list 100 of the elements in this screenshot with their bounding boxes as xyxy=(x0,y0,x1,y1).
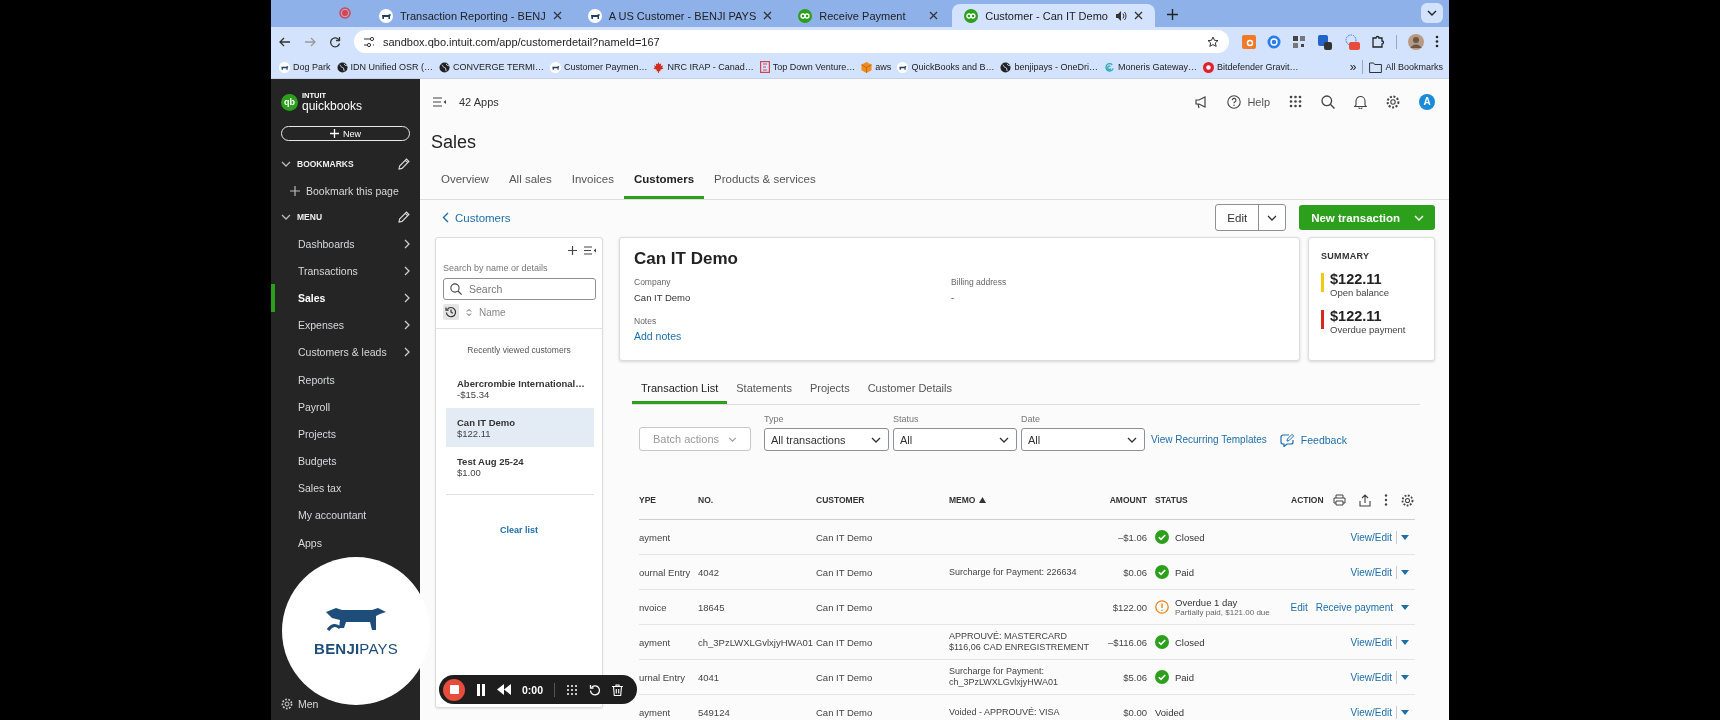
nav-item[interactable]: Reports xyxy=(271,365,420,394)
profile-avatar-icon[interactable] xyxy=(1408,33,1424,50)
customer-item[interactable]: Can IT Demo $122.11 xyxy=(446,408,594,447)
speaker-icon[interactable] xyxy=(1114,9,1127,22)
page-tab[interactable]: Invoices xyxy=(561,173,624,199)
pause-icon[interactable] xyxy=(476,683,486,696)
recurring-templates-link[interactable]: View Recurring Templates xyxy=(1151,434,1267,445)
close-icon[interactable] xyxy=(552,11,562,20)
pencil-icon[interactable] xyxy=(398,211,410,223)
caret-down-icon[interactable] xyxy=(1401,674,1409,680)
menu-settings[interactable]: Men xyxy=(281,698,319,710)
action-link[interactable]: View/Edit xyxy=(1350,671,1392,683)
caret-down-icon[interactable] xyxy=(1401,639,1409,645)
bookmark[interactable]: NRC IRAP - Canad… xyxy=(653,61,754,73)
detail-tab[interactable]: Transaction List xyxy=(632,374,728,404)
close-icon[interactable] xyxy=(763,11,773,20)
nav-item[interactable]: Customers & leads xyxy=(271,338,420,366)
close-icon[interactable] xyxy=(1133,11,1143,20)
grid-icon[interactable] xyxy=(566,683,578,696)
action-link[interactable]: Receive payment xyxy=(1315,601,1393,613)
settings-icon[interactable] xyxy=(1386,94,1400,109)
nav-item[interactable]: Bookmark this page xyxy=(271,177,420,204)
user-avatar[interactable]: A xyxy=(1419,93,1435,110)
bookmark[interactable]: IDN Unified OSR (… xyxy=(336,61,434,73)
detail-tab[interactable]: Projects xyxy=(800,374,859,404)
caret-down-icon[interactable] xyxy=(1401,604,1409,610)
extension-icon[interactable] xyxy=(1317,33,1333,50)
browser-tab[interactable]: Customer - Can IT Demo xyxy=(952,4,1155,27)
search-icon[interactable] xyxy=(1321,94,1335,109)
menu-collapse-icon[interactable] xyxy=(433,96,446,107)
nav-item[interactable]: Apps xyxy=(271,529,420,557)
trash-icon[interactable] xyxy=(612,683,623,696)
list-menu-icon[interactable] xyxy=(584,246,596,255)
column-header[interactable]: YPE xyxy=(639,495,656,505)
action-link[interactable]: Edit xyxy=(1290,601,1308,613)
bookmark[interactable]: Customer Paymen… xyxy=(549,61,648,73)
help-button[interactable]: Help xyxy=(1227,94,1270,109)
megaphone-icon[interactable] xyxy=(1194,94,1209,109)
column-header[interactable]: STATUS xyxy=(1155,495,1188,505)
page-tab[interactable]: All sales xyxy=(498,173,562,199)
new-tab-icon[interactable] xyxy=(1166,9,1178,20)
history-button[interactable] xyxy=(443,304,459,320)
address-bar[interactable]: sandbox.qbo.intuit.com/app/customerdetail?nameId=167 xyxy=(354,30,1229,53)
rewind-icon[interactable] xyxy=(497,684,511,695)
filter-dropdown[interactable]: All transactions xyxy=(764,428,889,451)
chevron-icon[interactable] xyxy=(281,161,291,167)
column-header[interactable]: AMOUNT xyxy=(1109,495,1147,505)
pencil-icon[interactable] xyxy=(398,158,410,170)
print-icon[interactable] xyxy=(1332,494,1346,506)
browser-tab[interactable]: A US Customer - BENJI PAYS xyxy=(575,4,785,27)
nav-item[interactable]: Transactions xyxy=(271,257,420,285)
apps-grid-icon[interactable] xyxy=(1289,95,1302,108)
nav-item[interactable]: Sales tax xyxy=(271,474,420,502)
reload-icon[interactable] xyxy=(329,35,341,48)
chevron-icon[interactable] xyxy=(281,214,291,220)
caret-down-icon[interactable] xyxy=(1401,709,1409,715)
back-icon[interactable] xyxy=(279,35,291,48)
filter-dropdown[interactable]: All xyxy=(893,428,1017,451)
bell-icon[interactable] xyxy=(1354,94,1367,109)
tab-search-button[interactable] xyxy=(1421,3,1443,23)
more-icon[interactable] xyxy=(1435,35,1439,48)
bookmark[interactable]: Bitdefender Gravit… xyxy=(1203,61,1299,73)
export-icon[interactable] xyxy=(1358,493,1371,507)
search-field[interactable]: Search xyxy=(443,278,596,300)
page-tab[interactable]: Overview xyxy=(431,173,499,199)
action-link[interactable]: View/Edit xyxy=(1350,706,1392,718)
nav-item[interactable]: Expenses xyxy=(271,311,420,339)
detail-tab[interactable]: Customer Details xyxy=(858,374,961,404)
action-link[interactable]: View/Edit xyxy=(1350,531,1392,543)
puzzle-icon[interactable] xyxy=(1371,34,1385,49)
page-tab[interactable]: Products & services xyxy=(704,173,826,199)
stop-button[interactable] xyxy=(443,678,465,701)
extension-icon[interactable] xyxy=(1292,34,1306,49)
sort-label[interactable]: Name xyxy=(479,306,506,318)
star-icon[interactable] xyxy=(1207,35,1219,48)
action-link[interactable]: View/Edit xyxy=(1350,636,1392,648)
customer-item[interactable]: Test Aug 25-24 $1.00 xyxy=(446,447,594,486)
all-bookmarks[interactable]: All Bookmarks xyxy=(1369,61,1443,73)
column-header[interactable]: NO. xyxy=(698,495,714,505)
nav-item[interactable]: Payroll xyxy=(271,393,420,421)
back-link[interactable]: Customers xyxy=(442,211,511,224)
page-tab[interactable]: Customers xyxy=(623,173,705,199)
bookmark[interactable]: Dog Park xyxy=(279,61,331,73)
detail-tab[interactable]: Statements xyxy=(727,374,801,404)
action-link[interactable]: View/Edit xyxy=(1350,566,1392,578)
browser-tab[interactable]: Transaction Reporting - BENJ xyxy=(367,4,574,27)
column-header[interactable]: MEMO xyxy=(949,495,987,505)
plus-icon[interactable] xyxy=(568,246,577,255)
bookmark[interactable]: QuickBooks and B… xyxy=(897,61,995,73)
caret-down-icon[interactable] xyxy=(1401,534,1409,540)
bookmark[interactable]: benjipays - OneDri… xyxy=(1000,61,1098,73)
bookmark[interactable]: aws xyxy=(861,61,892,73)
bookmark[interactable]: Moneris Gateway… xyxy=(1103,61,1197,73)
column-header[interactable]: ACTION xyxy=(1291,495,1324,505)
bookmark[interactable]: Top Down Venture… xyxy=(759,61,856,73)
feedback-link[interactable]: Feedback xyxy=(1279,433,1347,447)
browser-tab[interactable]: Receive Payment xyxy=(786,4,951,27)
add-notes-link[interactable]: Add notes xyxy=(634,330,682,342)
nav-item[interactable]: Dashboards xyxy=(271,230,420,258)
filter-dropdown[interactable]: All xyxy=(1021,428,1145,451)
